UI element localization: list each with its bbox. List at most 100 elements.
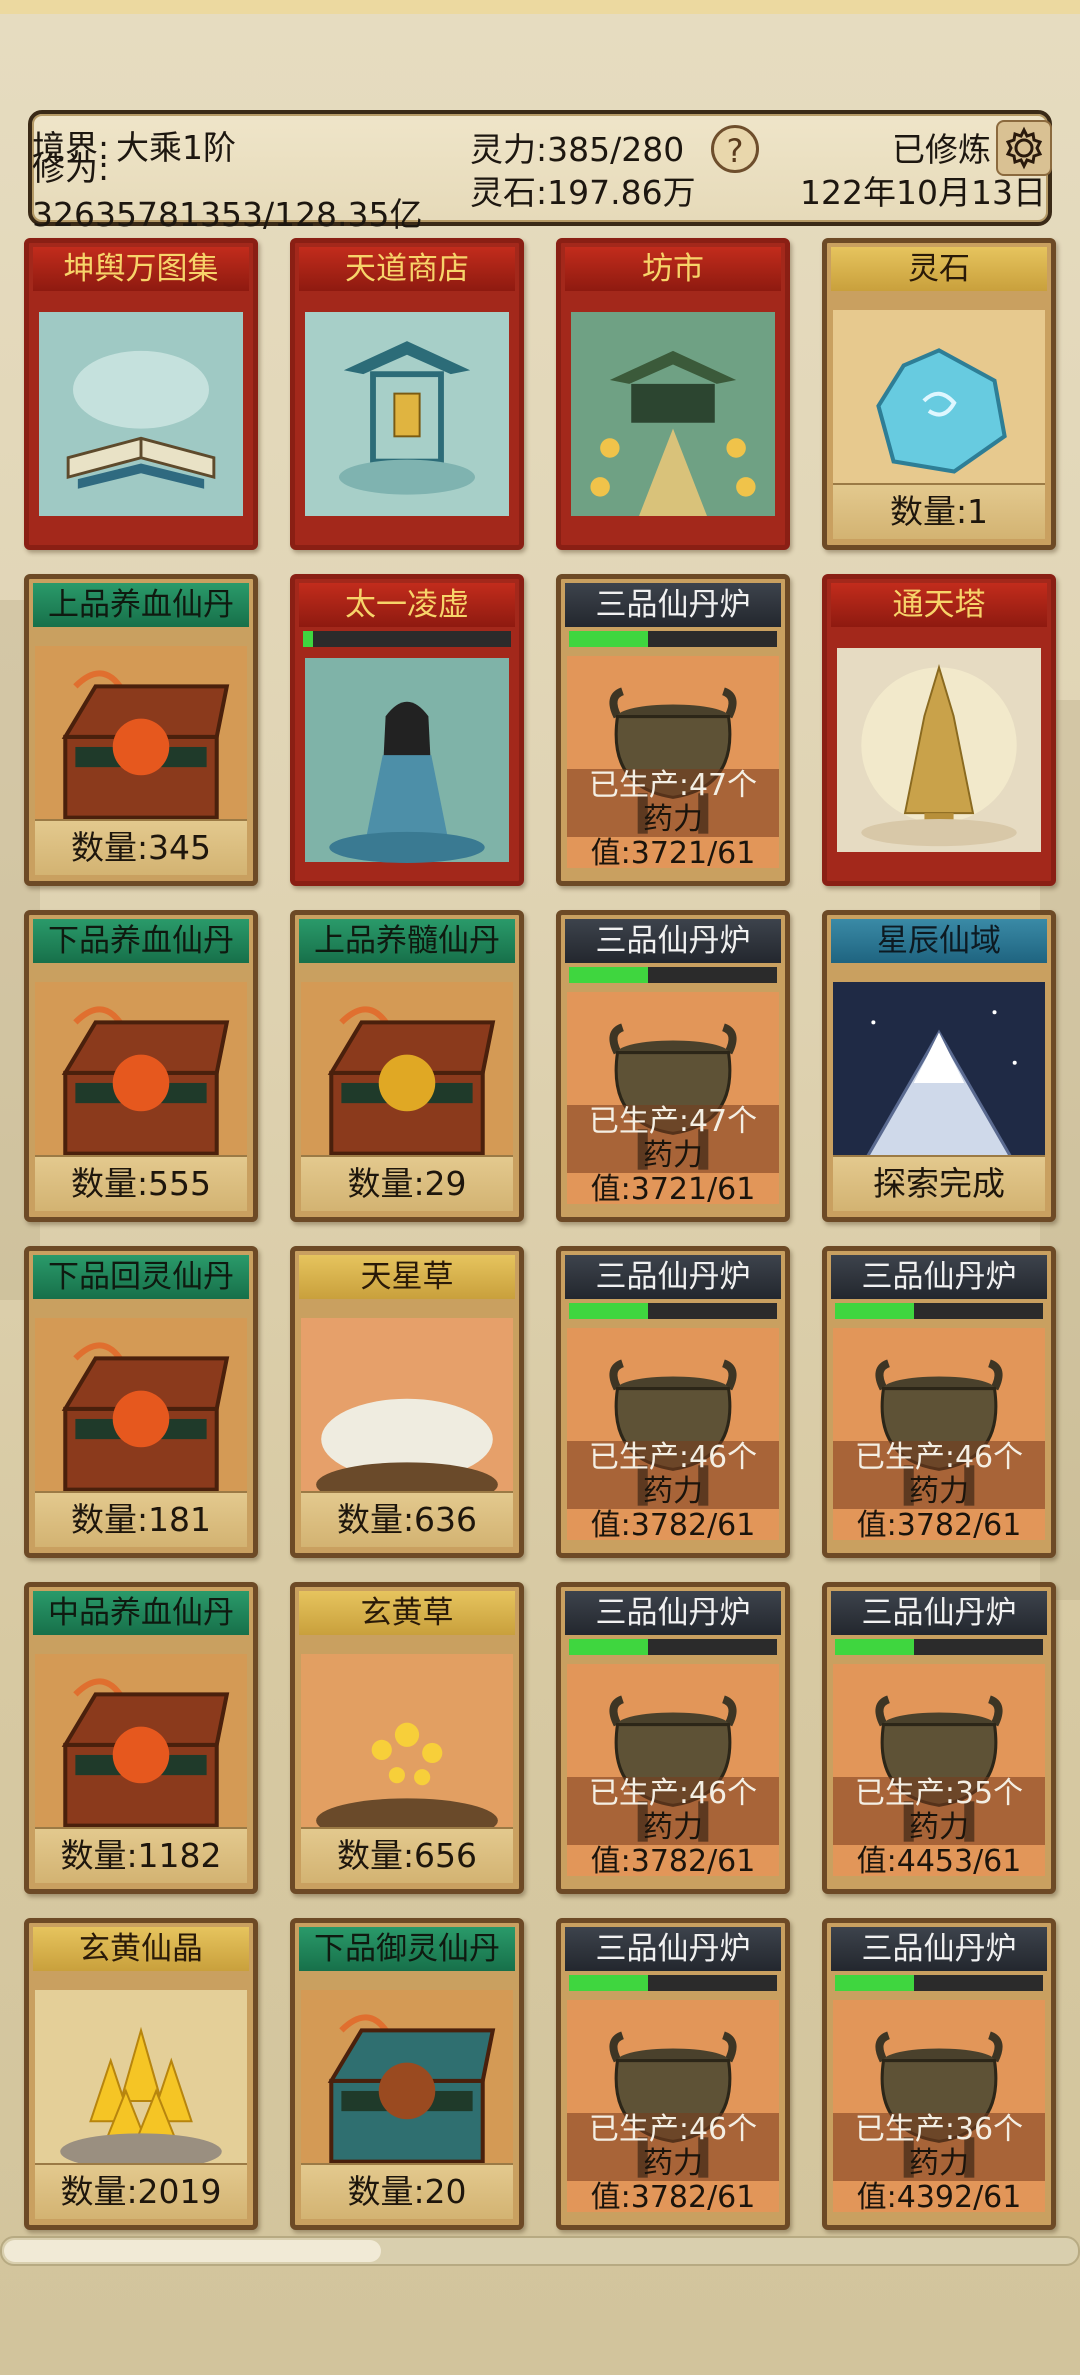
progress-fill <box>569 967 649 983</box>
card-furnace[interactable]: 三品仙丹炉已生产:46个 药力 值:3782/61 <box>822 1246 1056 1558</box>
card-title: 玄黄仙晶 <box>33 1927 249 1971</box>
gear-icon <box>1005 126 1043 170</box>
card-mountain[interactable]: 星辰仙域 探索完成 <box>822 910 1056 1222</box>
produced-count: 已生产:46个 <box>833 1441 1045 1475</box>
card-title: 三品仙丹炉 <box>565 1927 781 1971</box>
help-button[interactable]: ? <box>711 125 759 173</box>
potency-label: 药力 <box>567 803 779 837</box>
potency-value: 值:3782/61 <box>590 1844 756 1879</box>
card-chest-red[interactable]: 上品养血仙丹数量:345 <box>24 574 258 886</box>
market-image <box>571 293 775 535</box>
cultivation-value: 32635781353/128.35亿 <box>32 195 423 234</box>
cultivation-status: 已修炼 <box>892 130 991 169</box>
card-chest-red[interactable]: 下品养血仙丹 数量:555 <box>24 910 258 1222</box>
card-title: 太一凌虚 <box>299 583 515 627</box>
potency-label: 药力 <box>567 1475 779 1509</box>
card-chest-red[interactable]: 中品养血仙丹 数量:1182 <box>24 1582 258 1894</box>
card-furnace[interactable]: 三品仙丹炉已生产:46个 药力 值:3782/61 <box>556 1582 790 1894</box>
progress-fill <box>835 1639 915 1655</box>
item-quantity: 数量:1 <box>833 483 1045 539</box>
card-crystal[interactable]: 玄黄仙晶数量:2019 <box>24 1918 258 2230</box>
furnace-status: 已生产:46个 药力 值:3782/61 <box>567 2113 779 2215</box>
card-title: 三品仙丹炉 <box>831 1591 1047 1635</box>
horizontal-scrollbar[interactable] <box>0 2236 1080 2266</box>
card-herb-white[interactable]: 天星草数量:636 <box>290 1246 524 1558</box>
item-quantity: 数量:20 <box>301 2163 513 2219</box>
progress-bar <box>569 1975 777 1991</box>
card-cultivator[interactable]: 太一凌虚 <box>290 574 524 886</box>
card-furnace[interactable]: 三品仙丹炉已生产:46个 药力 值:3782/61 <box>556 1246 790 1558</box>
card-title: 上品养血仙丹 <box>33 583 249 627</box>
settings-button[interactable] <box>996 120 1052 176</box>
progress-fill <box>835 1975 915 1991</box>
furnace-status: 已生产:46个 药力 值:3782/61 <box>567 1441 779 1543</box>
progress-bar <box>569 1303 777 1319</box>
produced-count: 已生产:47个 <box>567 769 779 803</box>
produced-count: 已生产:47个 <box>567 1105 779 1139</box>
game-date: 122年10月13日 <box>800 173 1046 212</box>
potency-value: 值:3782/61 <box>856 1508 1022 1543</box>
item-quantity: 数量:656 <box>301 1827 513 1883</box>
furnace-status: 已生产:46个 药力 值:3782/61 <box>833 1441 1045 1543</box>
potency-label: 药力 <box>567 2147 779 2181</box>
item-quantity: 数量:636 <box>301 1491 513 1547</box>
progress-fill <box>569 1639 649 1655</box>
card-market[interactable]: 坊市 <box>556 238 790 550</box>
furnace-status: 已生产:46个 药力 值:3782/61 <box>567 1777 779 1879</box>
scroll-thumb[interactable] <box>4 2240 381 2262</box>
card-chest-gold[interactable]: 上品养髓仙丹数量:29 <box>290 910 524 1222</box>
item-quantity: 数量:29 <box>301 1155 513 1211</box>
card-furnace[interactable]: 三品仙丹炉 已生产:47个 药力 值:3721/61 <box>556 574 790 886</box>
produced-count: 已生产:46个 <box>567 1441 779 1475</box>
card-title: 下品御灵仙丹 <box>299 1927 515 1971</box>
card-title: 上品养髓仙丹 <box>299 919 515 963</box>
item-quantity: 数量:1182 <box>35 1827 247 1883</box>
card-gem[interactable]: 灵石数量:1 <box>822 238 1056 550</box>
card-chest-teal[interactable]: 下品御灵仙丹数量:20 <box>290 1918 524 2230</box>
progress-fill <box>569 631 649 647</box>
card-title: 灵石 <box>831 247 1047 291</box>
card-furnace[interactable]: 三品仙丹炉已生产:35个 药力 值:4453/61 <box>822 1582 1056 1894</box>
progress-bar <box>569 1639 777 1655</box>
furnace-status: 已生产:47个 药力 值:3721/61 <box>567 769 779 871</box>
potency-value: 值:4453/61 <box>856 1844 1022 1879</box>
card-chest-red[interactable]: 下品回灵仙丹 数量:181 <box>24 1246 258 1558</box>
card-furnace[interactable]: 三品仙丹炉已生产:46个 药力 值:3782/61 <box>556 1918 790 2230</box>
card-shrine[interactable]: 天道商店 <box>290 238 524 550</box>
progress-bar <box>835 1639 1043 1655</box>
card-title: 下品回灵仙丹 <box>33 1255 249 1299</box>
card-title: 天道商店 <box>299 247 515 291</box>
potency-value: 值:3721/61 <box>590 1172 756 1207</box>
produced-count: 已生产:46个 <box>567 2113 779 2147</box>
shrine-image <box>305 293 509 535</box>
card-title: 坊市 <box>565 247 781 291</box>
potency-value: 值:3782/61 <box>590 2180 756 2215</box>
tower-image <box>837 629 1041 871</box>
potency-value: 值:4392/61 <box>856 2180 1022 2215</box>
item-quantity: 数量:2019 <box>35 2163 247 2219</box>
card-title: 三品仙丹炉 <box>565 1255 781 1299</box>
item-quantity: 数量:555 <box>35 1155 247 1211</box>
produced-count: 已生产:35个 <box>833 1777 1045 1811</box>
progress-bar <box>835 1303 1043 1319</box>
card-tower[interactable]: 通天塔 <box>822 574 1056 886</box>
card-title: 三品仙丹炉 <box>831 1255 1047 1299</box>
card-title: 天星草 <box>299 1255 515 1299</box>
progress-bar <box>303 631 511 647</box>
card-title: 坤舆万图集 <box>33 247 249 291</box>
card-furnace[interactable]: 三品仙丹炉已生产:47个 药力 值:3721/61 <box>556 910 790 1222</box>
potency-value: 值:3721/61 <box>590 836 756 871</box>
item-quantity: 数量:345 <box>35 819 247 875</box>
progress-bar <box>569 967 777 983</box>
card-title: 三品仙丹炉 <box>565 1591 781 1635</box>
card-herb-gold[interactable]: 玄黄草 数量:656 <box>290 1582 524 1894</box>
realm-value: 大乘1阶 <box>116 128 236 167</box>
card-book[interactable]: 坤舆万图集 <box>24 238 258 550</box>
furnace-status: 已生产:35个 药力 值:4453/61 <box>833 1777 1045 1879</box>
progress-fill <box>303 631 314 647</box>
card-furnace[interactable]: 三品仙丹炉 已生产:36个 药力 值:4392/61 <box>822 1918 1056 2230</box>
potency-label: 药力 <box>833 2147 1045 2181</box>
produced-count: 已生产:46个 <box>567 1777 779 1811</box>
card-title: 三品仙丹炉 <box>565 919 781 963</box>
furnace-status: 已生产:47个 药力 值:3721/61 <box>567 1105 779 1207</box>
